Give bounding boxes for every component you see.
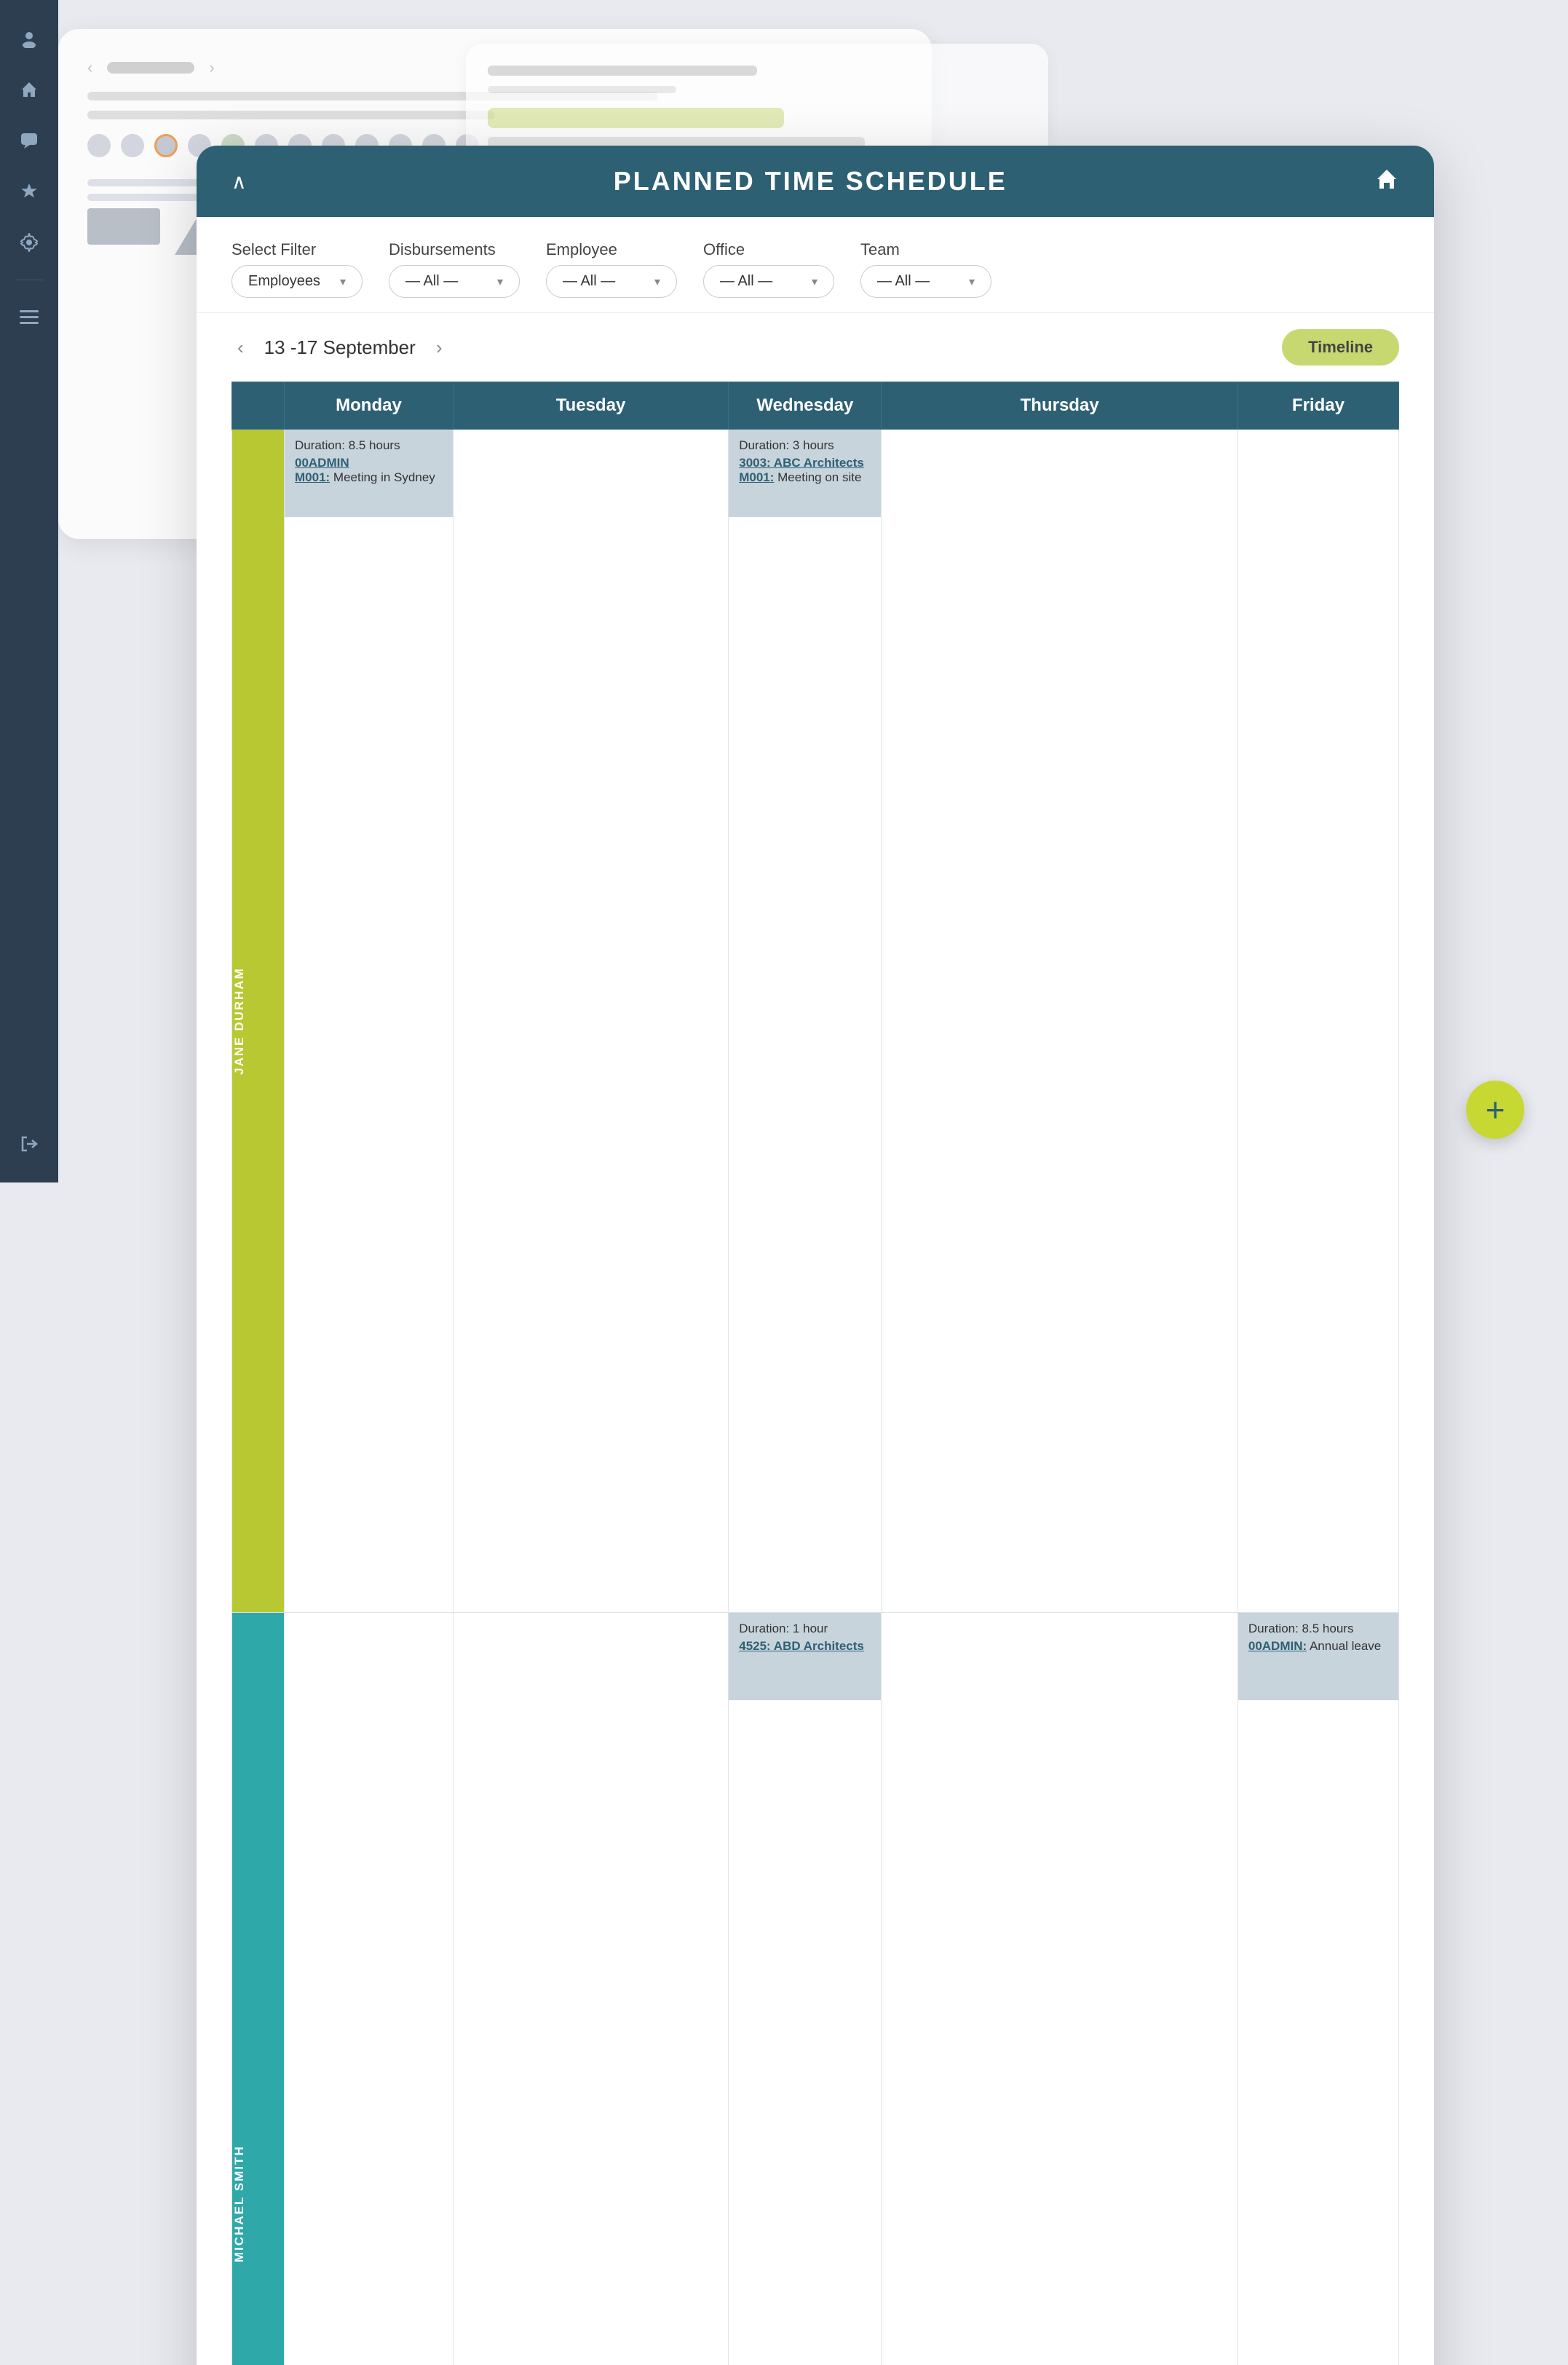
cell-link: 00ADMIN: [1248, 1639, 1307, 1653]
sidebar-item-settings[interactable] [12, 226, 46, 259]
table-header-empty [232, 382, 285, 430]
sidebar-item-avatar[interactable] [12, 22, 46, 55]
table-row: JANE DURHAM Duration: 8.5 hours 00ADMIN … [232, 430, 1399, 1613]
disbursements-label: Disbursements [389, 240, 520, 259]
sidebar [0, 0, 58, 1182]
cell-text: Meeting on site [774, 470, 861, 484]
timeline-button[interactable]: Timeline [1282, 329, 1399, 366]
sidebar-item-star[interactable] [12, 175, 46, 208]
disbursements-filter-group: Disbursements — All — ▾ [389, 240, 520, 298]
employee-name-michael: MICHAEL SMITH [232, 1613, 247, 2365]
cell-link2: M001: [295, 470, 330, 484]
michael-wednesday-cell[interactable]: Duration: 1 hour 4525: ABD Architects [729, 1613, 882, 2365]
employee-cell-jane: JANE DURHAM [232, 430, 285, 1613]
fab-add-button[interactable]: + [1466, 1081, 1524, 1139]
select-filter-dropdown[interactable]: Employees ▾ [231, 265, 363, 298]
cell-duration: Duration: 3 hours [739, 438, 871, 453]
cell-link2: M001: [739, 470, 774, 484]
cell-link: 00ADMIN [295, 456, 349, 470]
table-header-tuesday: Tuesday [453, 382, 728, 430]
date-next-button[interactable]: › [430, 333, 448, 362]
michael-tuesday-cell[interactable] [453, 1613, 728, 2365]
date-prev-button[interactable]: ‹ [231, 333, 250, 362]
employee-cell-michael: MICHAEL SMITH [232, 1613, 285, 2365]
employee-label: Employee [546, 240, 677, 259]
team-filter-group: Team — All — ▾ [860, 240, 991, 298]
jane-monday-cell[interactable]: Duration: 8.5 hours 00ADMIN M001: Meetin… [285, 430, 454, 1613]
michael-monday-cell[interactable] [285, 1613, 454, 2365]
date-range: 13 -17 September [264, 336, 416, 359]
select-filter-value: Employees [248, 273, 320, 290]
employee-filter-group: Employee — All — ▾ [546, 240, 677, 298]
main-card: ∧ PLANNED TIME SCHEDULE Select Filter Em… [197, 146, 1434, 2365]
employee-chevron: ▾ [654, 275, 660, 289]
schedule-table-wrapper: Monday Tuesday Wednesday Thursday Friday… [197, 382, 1434, 2365]
filters-row: Select Filter Employees ▾ Disbursements … [197, 217, 1434, 313]
cell-link: 4525: ABD Architects [739, 1639, 864, 1653]
schedule-table: Monday Tuesday Wednesday Thursday Friday… [231, 382, 1399, 2365]
cell-duration: Duration: 1 hour [739, 1622, 871, 1636]
select-filter-group: Select Filter Employees ▾ [231, 240, 363, 298]
office-chevron: ▾ [812, 275, 817, 289]
modal-title: PLANNED TIME SCHEDULE [247, 166, 1375, 197]
modal-header: ∧ PLANNED TIME SCHEDULE [197, 146, 1434, 217]
jane-monday-content: Duration: 8.5 hours 00ADMIN M001: Meetin… [285, 430, 453, 517]
employee-value: — All — [563, 273, 615, 290]
cell-link: 3003: ABC Architects [739, 456, 864, 470]
modal-home-button[interactable] [1374, 167, 1399, 196]
disbursements-value: — All — [405, 273, 458, 290]
team-dropdown[interactable]: — All — ▾ [860, 265, 991, 298]
table-header-wednesday: Wednesday [729, 382, 882, 430]
cell-duration: Duration: 8.5 hours [295, 438, 443, 453]
michael-friday-content: Duration: 8.5 hours 00ADMIN: Annual leav… [1238, 1613, 1398, 1700]
employee-dropdown[interactable]: — All — ▾ [546, 265, 677, 298]
jane-friday-cell[interactable] [1238, 430, 1398, 1613]
michael-wednesday-content: Duration: 1 hour 4525: ABD Architects [729, 1613, 881, 1700]
cell-text: Meeting in Sydney [330, 470, 435, 484]
table-row: MICHAEL SMITH Duration: 1 hour 4525: ABD… [232, 1613, 1399, 2365]
sidebar-item-logout[interactable] [12, 1127, 46, 1161]
sidebar-item-chat[interactable] [12, 124, 46, 157]
select-filter-label: Select Filter [231, 240, 363, 259]
team-value: — All — [877, 273, 930, 290]
sidebar-item-menu[interactable] [12, 301, 46, 334]
date-nav-row: ‹ 13 -17 September › Timeline [197, 313, 1434, 382]
office-value: — All — [720, 273, 772, 290]
team-label: Team [860, 240, 991, 259]
jane-tuesday-cell[interactable] [453, 430, 728, 1613]
office-filter-group: Office — All — ▾ [703, 240, 834, 298]
disbursements-chevron: ▾ [497, 275, 503, 289]
jane-thursday-cell[interactable] [882, 430, 1238, 1613]
jane-wednesday-content: Duration: 3 hours 3003: ABC Architects M… [729, 430, 881, 517]
michael-friday-cell[interactable]: Duration: 8.5 hours 00ADMIN: Annual leav… [1238, 1613, 1398, 2365]
table-header-monday: Monday [285, 382, 454, 430]
table-header-thursday: Thursday [882, 382, 1238, 430]
select-filter-chevron: ▾ [340, 275, 346, 289]
office-label: Office [703, 240, 834, 259]
employee-name-jane: JANE DURHAM [232, 430, 247, 1612]
jane-wednesday-cell[interactable]: Duration: 3 hours 3003: ABC Architects M… [729, 430, 882, 1613]
office-dropdown[interactable]: — All — ▾ [703, 265, 834, 298]
cell-text: Annual leave [1307, 1639, 1381, 1653]
team-chevron: ▾ [969, 275, 975, 289]
table-header-friday: Friday [1238, 382, 1398, 430]
disbursements-dropdown[interactable]: — All — ▾ [389, 265, 520, 298]
michael-thursday-cell[interactable] [882, 1613, 1238, 2365]
cell-duration: Duration: 8.5 hours [1248, 1622, 1388, 1636]
modal-collapse-button[interactable]: ∧ [231, 170, 247, 194]
sidebar-item-home[interactable] [12, 73, 46, 106]
